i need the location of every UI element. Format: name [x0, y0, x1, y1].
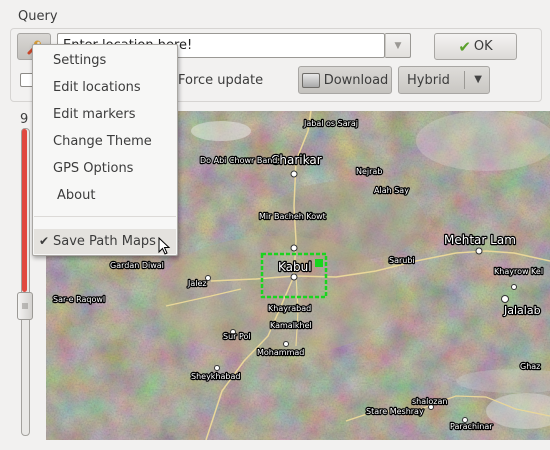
checkmark-icon: ✔ [39, 234, 50, 248]
query-frame-label: Query [18, 9, 58, 24]
place-label: Kabul [278, 260, 312, 274]
place-label: Do Abi Chowr Band [200, 156, 277, 165]
drive-icon [301, 72, 320, 88]
place-label: Mir Bacheh Kowt [259, 212, 326, 221]
place-label: Sarubi [389, 256, 415, 265]
select-separator [464, 71, 465, 89]
place-label: Alah Say [374, 186, 409, 195]
place-label: Jabal os Saraj [303, 119, 358, 128]
download-button[interactable]: Download [298, 66, 392, 94]
ok-button[interactable]: ✔ OK [434, 33, 517, 60]
place-label: Jalez [187, 279, 207, 288]
place-label: Ghaz [520, 362, 540, 371]
place-label: Kamalkhel [270, 321, 312, 330]
ok-button-label: OK [473, 39, 493, 54]
menu-item-save-path-maps[interactable]: Save Path Maps [53, 234, 156, 249]
checkmark-icon: ✔ [458, 37, 471, 56]
menu-item-edit-locations[interactable]: Edit locations [53, 80, 141, 95]
snow-patch [416, 111, 550, 171]
zoom-slider-fill [22, 129, 27, 292]
zoom-level-digit: 9 [20, 112, 29, 127]
menu-item-edit-markers[interactable]: Edit markers [53, 107, 135, 122]
snow-patch [191, 121, 251, 141]
place-label: Charikar [271, 153, 322, 167]
mouse-pointer-icon [158, 237, 171, 255]
zoom-slider-handle[interactable] [17, 292, 33, 320]
location-dropdown-button[interactable]: ▼ [385, 33, 411, 58]
menu-separator [34, 216, 176, 217]
place-label: Stare Meshray [366, 407, 424, 416]
map-type-select[interactable]: Hybrid ▼ [398, 66, 490, 94]
place-label: Mehtar Lam [444, 233, 516, 247]
menu-item-change-theme[interactable]: Change Theme [53, 134, 152, 149]
place-label: Gardan Diwal [110, 261, 164, 270]
place-label: Jalalab [503, 304, 541, 317]
place-label: Sheykhabad [191, 372, 240, 381]
place-label: Khayrow Kel [494, 267, 543, 276]
dropdown-arrow-icon: ▼ [394, 40, 402, 51]
place-label: Sur Pol [223, 332, 251, 341]
tools-popup-menu: Settings Edit locations Edit markers Cha… [32, 44, 178, 256]
menu-item-gps-options[interactable]: GPS Options [53, 161, 133, 176]
place-label: shalozan [412, 397, 447, 406]
menu-item-about[interactable]: About [57, 188, 95, 203]
place-label: Parachinar [450, 422, 493, 431]
download-button-label: Download [323, 72, 389, 88]
dropdown-arrow-icon: ▼ [474, 74, 482, 85]
force-update-label: Force update [178, 73, 264, 88]
place-label: Khayrabad [268, 304, 311, 313]
place-label: Sar-e Raqowl [53, 295, 105, 304]
map-type-value: Hybrid [407, 72, 450, 88]
place-label: Mohammad [257, 348, 304, 357]
place-label: Nejrab [356, 167, 382, 176]
grip-icon [22, 303, 28, 309]
menu-item-settings[interactable]: Settings [53, 53, 106, 68]
selection-handle[interactable] [315, 259, 323, 267]
